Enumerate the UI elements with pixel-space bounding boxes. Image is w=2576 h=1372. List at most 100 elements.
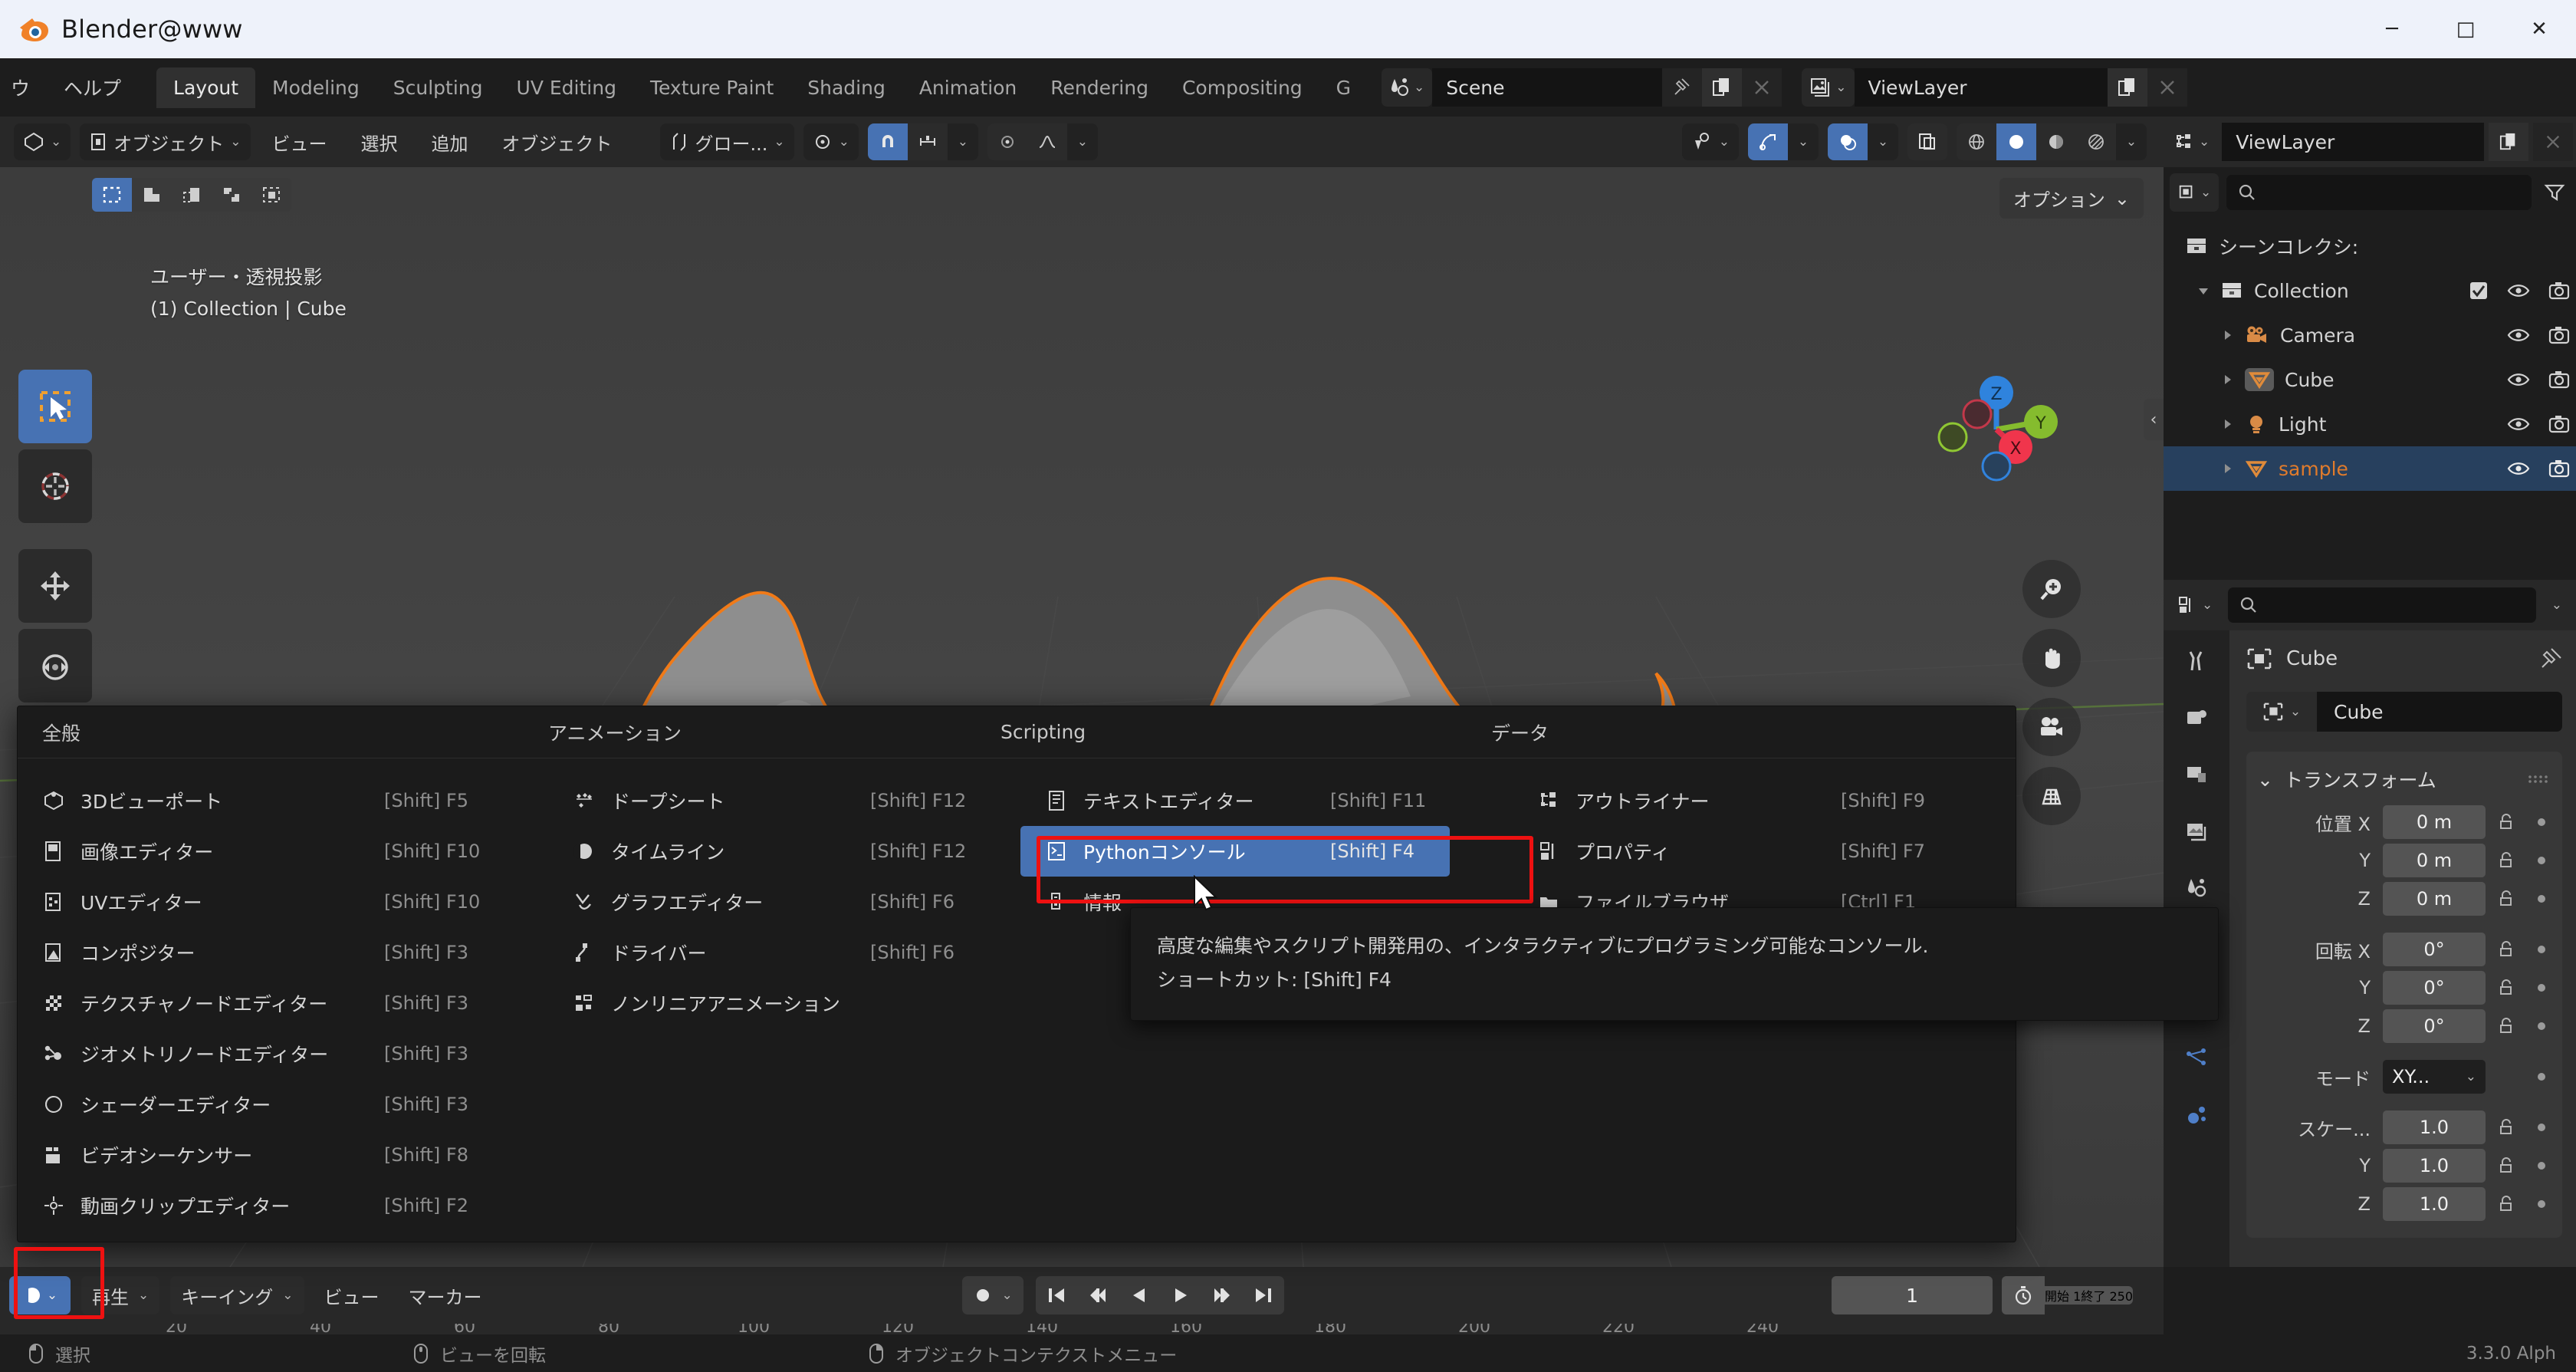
auto-keying-toggle[interactable]: ⌄ [961,1276,1024,1314]
hide-in-viewport-icon[interactable] [2507,327,2530,344]
tab-output[interactable] [2174,755,2219,795]
menu-item-uv-editor[interactable]: UVエディター [Shift] F10 [18,877,548,927]
pan-button[interactable] [2022,629,2081,687]
camera-view-button[interactable] [2022,698,2081,756]
animate-dot[interactable] [2538,1124,2545,1131]
solid-shading-icon[interactable] [1996,123,2036,160]
tab-render[interactable] [2174,698,2219,738]
chevron-down-icon[interactable]: ⌄ [1066,123,1098,160]
hide-in-viewport-icon[interactable] [2507,460,2530,477]
shading-mode-group[interactable]: ⌄ [1957,123,2147,160]
wireframe-shading-icon[interactable] [1957,123,1996,160]
tab-view-layer[interactable] [2174,811,2219,851]
outliner-row-cube[interactable]: Cube [2164,357,2576,402]
maximize-button[interactable]: □ [2429,0,2502,58]
animate-dot[interactable] [2538,818,2545,826]
previous-keyframe-button[interactable] [1076,1276,1119,1314]
play-button[interactable] [1159,1276,1201,1314]
sidebar-toggle-arrow[interactable]: ‹ [2144,399,2164,440]
transform-panel-header[interactable]: ⌄ トランスフォーム [2246,761,2562,804]
next-keyframe-button[interactable] [1201,1276,1243,1314]
tab-animation[interactable]: Animation [902,67,1033,108]
tool-cursor[interactable] [18,449,92,523]
menu-item-timeline[interactable]: タイムライン [Shift] F12 [548,826,1020,877]
properties-options-button[interactable]: ⌄ [2544,597,2570,613]
select-extend-icon[interactable] [132,178,172,212]
viewport-menu-select[interactable]: 選択 [349,129,410,156]
tool-tweak[interactable] [18,370,92,443]
menu-item-drivers[interactable]: ドライバー [Shift] F6 [548,927,1020,978]
close-button[interactable]: ✕ [2502,0,2576,58]
gizmo-group[interactable]: ⌄ [1748,123,1819,160]
outliner-row-camera[interactable]: Camera [2164,313,2576,357]
outliner-row-collection[interactable]: Collection [2164,268,2576,313]
frame-start-field[interactable]: 開始 1 [2045,1286,2082,1305]
proportional-edit-icon[interactable] [987,123,1027,160]
outliner-remove-button[interactable] [2533,123,2573,161]
hide-in-viewport-icon[interactable] [2507,416,2530,433]
outliner-search-input[interactable] [2226,175,2532,210]
tab-texture-paint[interactable]: Texture Paint [633,67,790,108]
outliner-editor[interactable]: ⌄ ViewLayer ⌄ シーンコレクシ: Collection Camera… [2164,117,2576,580]
menu-item-shader-editor[interactable]: シェーダーエディター [Shift] F3 [18,1079,548,1130]
scale-x-field[interactable]: 1.0 [2383,1110,2486,1144]
lock-icon[interactable] [2486,1156,2527,1176]
select-invert-icon[interactable] [212,178,251,212]
animate-dot[interactable] [2538,895,2545,903]
tool-rotate[interactable] [18,629,92,702]
jump-to-end-button[interactable] [1242,1276,1284,1314]
lock-icon[interactable] [2486,1016,2527,1036]
location-x-field[interactable]: 0 m [2383,805,2486,839]
rendered-shading-icon[interactable] [2076,123,2116,160]
chevron-down-icon[interactable]: ⌄ [947,123,978,160]
disclosure-triangle-icon[interactable] [2220,373,2234,387]
outliner-display-mode[interactable]: ViewLayer [2222,123,2484,161]
viewport-options-button[interactable]: オプション ⌄ [1999,178,2144,219]
chevron-down-icon[interactable]: ⌄ [1868,123,1898,160]
viewlayer-browse-button[interactable]: ⌄ [1802,68,1855,107]
disclosure-triangle-icon[interactable] [2220,328,2234,342]
menu-item-3d-viewport[interactable]: 3Dビューポート [Shift] F5 [18,775,548,826]
select-set-icon[interactable] [92,178,132,212]
viewport-menu-add[interactable]: 追加 [419,129,481,156]
new-viewlayer-button[interactable] [2107,68,2147,107]
snap-magnet-icon[interactable] [867,123,908,160]
zoom-button[interactable] [2022,560,2081,618]
drag-handle-icon[interactable] [2527,773,2550,785]
pin-id-icon[interactable] [2539,647,2562,670]
timeline-menu-marker[interactable]: マーカー [399,1282,491,1309]
falloff-curve-icon[interactable] [1027,123,1067,160]
rotation-z-field[interactable]: 0° [2383,1009,2486,1043]
xray-icon[interactable] [1907,123,1947,160]
use-preview-range-icon[interactable] [2002,1276,2045,1314]
menu-item-video-sequencer[interactable]: ビデオシーケンサー [Shift] F8 [18,1130,548,1180]
outliner-editor-type-button[interactable]: ⌄ [2167,123,2218,161]
collection-checkbox[interactable] [2469,281,2489,301]
minimize-button[interactable]: ─ [2355,0,2429,58]
outliner-filter-mode-button[interactable]: ⌄ [2170,173,2220,212]
tab-scene[interactable] [2174,868,2219,908]
animate-dot[interactable] [2538,946,2545,953]
select-subtract-icon[interactable] [172,178,212,212]
object-browse-button[interactable]: ⌄ [2246,692,2317,732]
tab-rendering[interactable]: Rendering [1033,67,1165,108]
material-preview-shading-icon[interactable] [2036,123,2076,160]
lock-icon[interactable] [2486,939,2527,959]
chevron-down-icon[interactable]: ⌄ [1788,123,1819,160]
lock-icon[interactable] [2486,812,2527,832]
hide-in-viewport-icon[interactable] [2507,282,2530,299]
visibility-dropdown[interactable]: ⌄ [1681,123,1739,160]
scene-browse-button[interactable]: ⌄ [1382,68,1433,107]
tab-modeling[interactable]: Modeling [255,67,376,108]
viewlayer-name-field[interactable]: ViewLayer [1854,68,2108,107]
tab-particles[interactable] [2174,1038,2219,1078]
tab-geometry-nodes[interactable]: G [1319,67,1368,108]
viewport-menu-view[interactable]: ビュー [260,129,340,156]
tab-uv-editing[interactable]: UV Editing [500,67,633,108]
timeline-menu-keying[interactable]: キーイング ⌄ [170,1276,304,1314]
disable-in-render-icon[interactable] [2548,281,2570,300]
menu-help[interactable]: ヘルプ [64,74,121,101]
disable-in-render-icon[interactable] [2548,326,2570,344]
menu-item-outliner[interactable]: アウトライナー [Shift] F9 [1513,775,2003,826]
disable-in-render-icon[interactable] [2548,370,2570,389]
